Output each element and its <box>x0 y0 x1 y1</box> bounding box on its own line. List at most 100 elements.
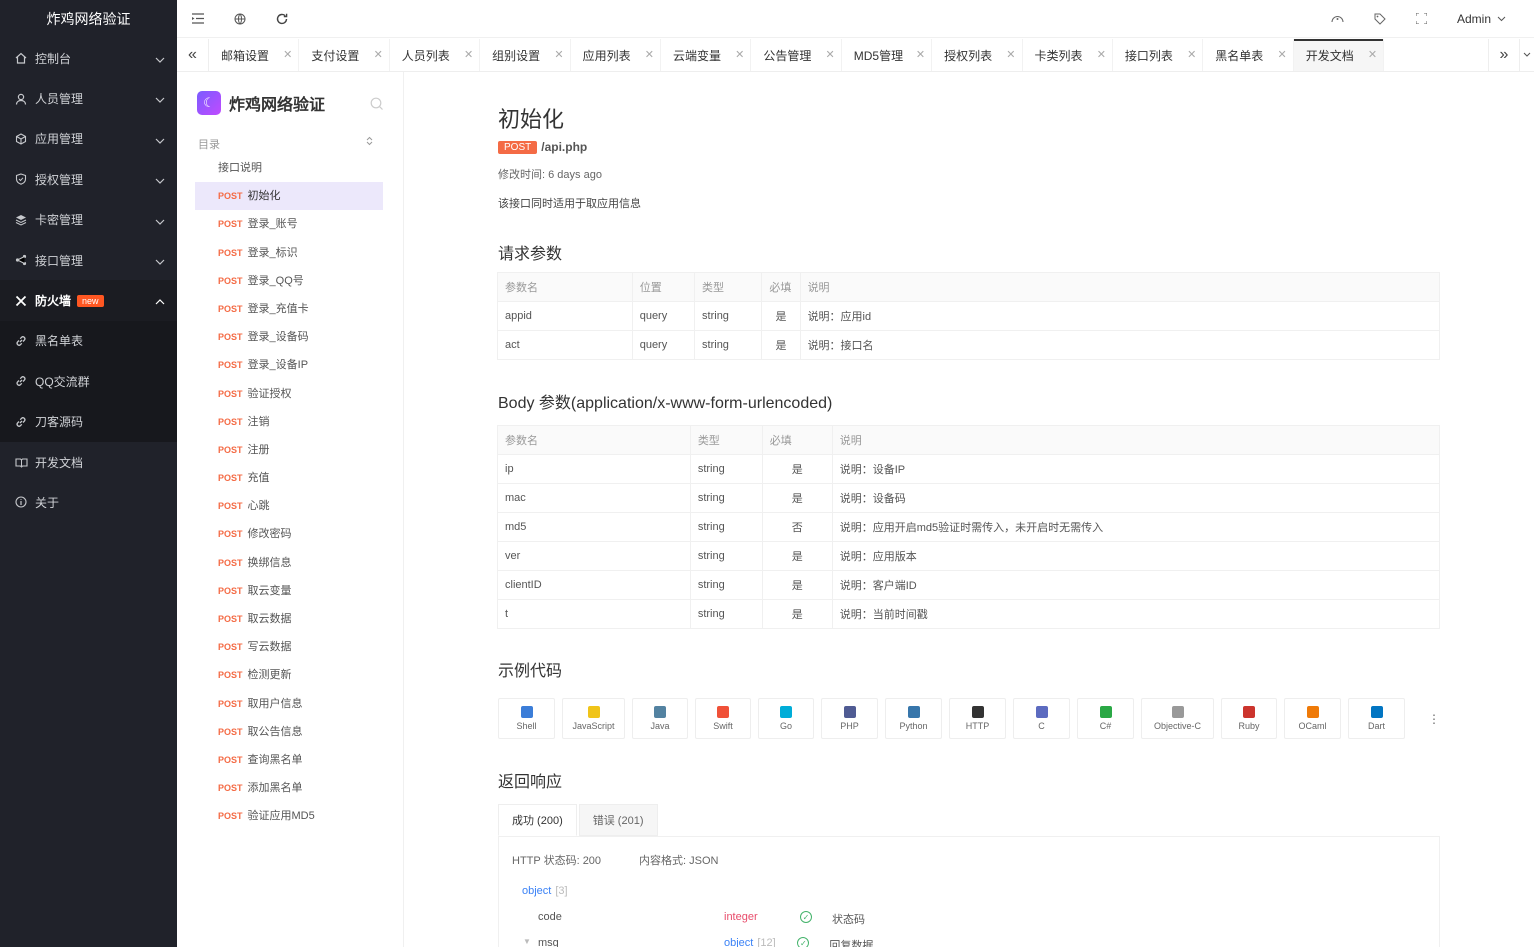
language-button[interactable]: Go <box>758 698 814 739</box>
sidebar-item[interactable]: 应用管理 <box>0 119 177 159</box>
tab[interactable]: 云端变量 ✕ <box>661 39 752 71</box>
toc-item[interactable]: POST 注销 <box>195 408 383 436</box>
close-icon[interactable]: ✕ <box>1368 48 1377 61</box>
toc-item[interactable]: POST 添加黑名单 <box>195 774 383 802</box>
language-button[interactable]: C <box>1013 698 1070 739</box>
language-button[interactable]: Shell <box>498 698 555 739</box>
toc-item[interactable]: POST 验证授权 <box>195 380 383 408</box>
close-icon[interactable]: ✕ <box>1187 48 1196 61</box>
close-icon[interactable]: ✕ <box>283 48 292 61</box>
close-icon[interactable]: ✕ <box>735 48 744 61</box>
sidebar-item[interactable]: 接口管理 <box>0 240 177 280</box>
toc-item[interactable]: POST 注册 <box>195 436 383 464</box>
close-icon[interactable]: ✕ <box>1097 48 1106 61</box>
language-button[interactable]: Java <box>632 698 688 739</box>
sidebar-item[interactable]: 卡密管理 <box>0 200 177 240</box>
toc-item[interactable]: POST 取云数据 <box>195 605 383 633</box>
tab-options-icon[interactable] <box>1520 39 1534 71</box>
tab[interactable]: 组别设置 ✕ <box>480 39 571 71</box>
toc-item[interactable]: POST 登录_设备码 <box>195 323 383 351</box>
toc-item[interactable]: POST 换绑信息 <box>195 549 383 577</box>
tab[interactable]: 邮箱设置 ✕ <box>209 39 300 71</box>
language-button[interactable]: JavaScript <box>562 698 625 739</box>
toc-item[interactable]: POST 登录_QQ号 <box>195 267 383 295</box>
close-icon[interactable]: ✕ <box>916 48 925 61</box>
globe-icon[interactable] <box>219 0 261 38</box>
tab-scroll-right-icon[interactable]: » <box>1488 39 1520 71</box>
tab[interactable]: 卡类列表 ✕ <box>1023 39 1113 71</box>
toc-item[interactable]: POST 登录_设备IP <box>195 351 383 379</box>
field-type: integer <box>724 911 758 923</box>
app-brand[interactable]: 炸鸡网络验证 <box>0 0 177 38</box>
language-button[interactable]: OCaml <box>1284 698 1341 739</box>
language-button[interactable]: Swift <box>695 698 751 739</box>
toc-item[interactable]: POST 登录_标识 <box>195 239 383 267</box>
language-button[interactable]: PHP <box>821 698 878 739</box>
chevron-down-icon <box>1497 16 1506 21</box>
table-row: md5 string 否说明：应用开启md5验证时需传入，未开启时无需传入 <box>497 512 1441 542</box>
tab[interactable]: 应用列表 ✕ <box>571 39 661 71</box>
tab[interactable]: 接口列表 ✕ <box>1113 39 1204 71</box>
tab-error[interactable]: 错误 (201) <box>578 804 658 836</box>
language-button[interactable]: HTTP <box>949 698 1006 739</box>
toc-item[interactable]: POST 写云数据 <box>195 633 383 661</box>
close-icon[interactable]: ✕ <box>464 48 473 61</box>
tab-success[interactable]: 成功 (200) <box>498 804 577 836</box>
sidebar-item[interactable]: 黑名单表 <box>0 320 177 362</box>
toc-item[interactable]: POST 登录_充值卡 <box>195 295 383 323</box>
sidebar-item[interactable]: 开发文档 <box>0 442 177 482</box>
tab[interactable]: 开发文档 ✕ <box>1293 39 1385 71</box>
close-icon[interactable]: ✕ <box>645 48 654 61</box>
toc-item-intro[interactable]: 接口说明 <box>195 154 383 182</box>
method-badge: POST <box>498 140 538 154</box>
tag-icon[interactable] <box>1359 0 1401 38</box>
close-icon[interactable]: ✕ <box>374 48 383 61</box>
close-icon[interactable]: ✕ <box>1277 48 1286 61</box>
field-desc: 状态码 <box>832 914 865 926</box>
tab[interactable]: 人员列表 ✕ <box>390 39 481 71</box>
close-icon[interactable]: ✕ <box>554 48 563 61</box>
tab[interactable]: 公告管理 ✕ <box>751 39 842 71</box>
language-button[interactable]: Ruby <box>1221 698 1277 739</box>
collapse-triangle-icon[interactable]: ▼ <box>523 937 538 947</box>
toc-item[interactable]: POST 心跳 <box>195 492 383 520</box>
sidebar-item[interactable]: 刀客源码 <box>0 401 177 442</box>
menu-toggle-icon[interactable] <box>177 0 219 38</box>
fullscreen-icon[interactable] <box>1401 0 1443 38</box>
sidebar-item[interactable]: QQ交流群 <box>0 361 177 402</box>
toc-item[interactable]: POST 登录_账号 <box>195 210 383 238</box>
user-menu[interactable]: Admin <box>1443 12 1534 26</box>
sidebar-item[interactable]: 授权管理 <box>0 159 177 199</box>
close-icon[interactable]: ✕ <box>1006 48 1015 61</box>
tab[interactable]: 支付设置 ✕ <box>299 39 390 71</box>
toc-item[interactable]: POST 验证应用MD5 <box>195 802 383 830</box>
more-options-icon[interactable]: ⋮ <box>1428 712 1440 726</box>
sidebar-item[interactable]: 控制台 <box>0 38 177 78</box>
sidebar-item[interactable]: 人员管理 <box>0 78 177 118</box>
toc-item[interactable]: POST 初始化 <box>195 182 383 211</box>
language-button[interactable]: Objective-C <box>1141 698 1214 739</box>
tab[interactable]: 黑名单表 ✕ <box>1203 39 1294 71</box>
refresh-icon[interactable] <box>261 0 303 38</box>
toc-item[interactable]: POST 取用户信息 <box>195 690 383 718</box>
close-icon[interactable]: ✕ <box>826 48 835 61</box>
toc-item-label: 登录_充值卡 <box>247 302 309 315</box>
tab[interactable]: MD5管理 ✕ <box>842 39 933 71</box>
sidebar-item[interactable]: 关于 <box>0 482 177 522</box>
toc-item[interactable]: POST 检测更新 <box>195 661 383 689</box>
language-button[interactable]: Python <box>885 698 942 739</box>
tab-scroll-left-icon[interactable]: « <box>177 39 209 71</box>
toc-item[interactable]: POST 取公告信息 <box>195 718 383 746</box>
toc-item[interactable]: POST 修改密码 <box>195 520 383 548</box>
toc-item[interactable]: POST 充值 <box>195 464 383 492</box>
toc-item[interactable]: POST 取云变量 <box>195 577 383 605</box>
tab[interactable]: 授权列表 ✕ <box>932 39 1023 71</box>
sidebar-item[interactable]: 防火墙 new <box>0 280 177 321</box>
language-button[interactable]: C# <box>1077 698 1134 739</box>
search-icon[interactable] <box>370 97 383 110</box>
schema-field[interactable]: ▼ msg object [12] ✓ 回复数据 <box>523 937 1423 947</box>
schema-root[interactable]: object [3] <box>522 885 568 897</box>
theme-icon[interactable] <box>1317 0 1359 38</box>
language-button[interactable]: Dart <box>1348 698 1405 739</box>
toc-item[interactable]: POST 查询黑名单 <box>195 746 383 774</box>
